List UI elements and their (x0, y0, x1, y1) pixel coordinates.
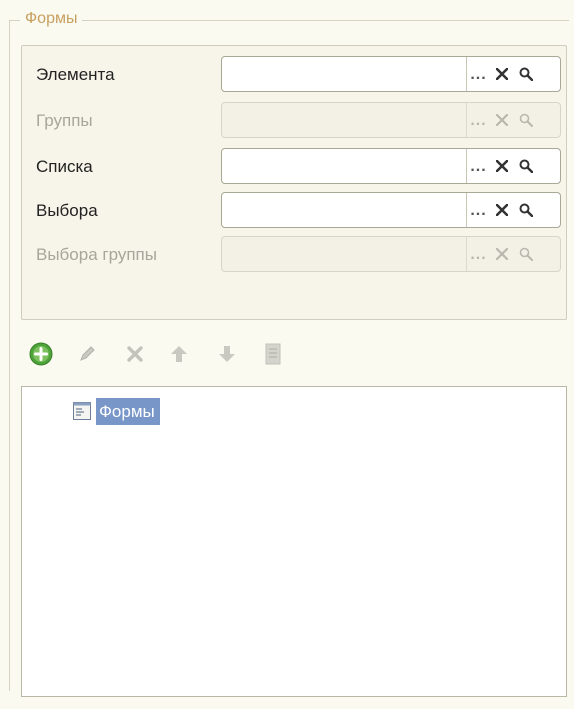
choice-form-input[interactable] (222, 193, 466, 227)
forms-tree[interactable]: Формы (21, 386, 567, 697)
magnifier-icon (514, 103, 538, 137)
choice-form-field[interactable]: ... (221, 192, 561, 228)
clear-icon[interactable] (490, 193, 514, 227)
tree-toolbar (28, 341, 308, 369)
magnifier-icon[interactable] (514, 57, 538, 91)
edit-icon (74, 341, 100, 367)
field-label-group: Группы (36, 111, 93, 130)
select-button: ... (466, 237, 490, 271)
tree-item[interactable]: Формы (72, 397, 160, 425)
field-row-group: Группы ... (22, 102, 566, 140)
group-form-field: ... (221, 102, 561, 138)
field-row-choice: Выбора ... (22, 192, 566, 230)
element-form-input[interactable] (222, 57, 466, 91)
group-choice-form-input (222, 237, 466, 271)
select-button: ... (466, 103, 490, 137)
select-button[interactable]: ... (466, 149, 490, 183)
group-choice-form-field: ... (221, 236, 561, 272)
field-label-group-choice: Выбора группы (36, 245, 157, 264)
clear-icon (490, 237, 514, 271)
move-up-icon (166, 341, 192, 367)
field-row-group-choice: Выбора группы ... (22, 236, 566, 274)
list-form-input[interactable] (222, 149, 466, 183)
delete-icon (122, 341, 148, 367)
clear-icon[interactable] (490, 57, 514, 91)
element-form-field[interactable]: ... (221, 56, 561, 92)
field-row-element: Элемента ... (22, 56, 566, 94)
document-icon (260, 341, 286, 367)
clear-icon[interactable] (490, 149, 514, 183)
select-button[interactable]: ... (466, 57, 490, 91)
field-label-list: Списка (36, 157, 93, 176)
fields-panel: Элемента ... Группы ... Списка ... Выбор… (21, 45, 567, 320)
add-icon[interactable] (28, 341, 54, 367)
magnifier-icon[interactable] (514, 193, 538, 227)
groupbox-title: Формы (20, 9, 83, 29)
clear-icon (490, 103, 514, 137)
field-label-element: Элемента (36, 65, 115, 84)
field-label-choice: Выбора (36, 201, 98, 220)
magnifier-icon (514, 237, 538, 271)
form-icon (73, 402, 91, 420)
select-button[interactable]: ... (466, 193, 490, 227)
group-form-input (222, 103, 466, 137)
field-row-list: Списка ... (22, 148, 566, 186)
magnifier-icon[interactable] (514, 149, 538, 183)
tree-item-label[interactable]: Формы (96, 397, 160, 425)
list-form-field[interactable]: ... (221, 148, 561, 184)
move-down-icon (214, 341, 240, 367)
